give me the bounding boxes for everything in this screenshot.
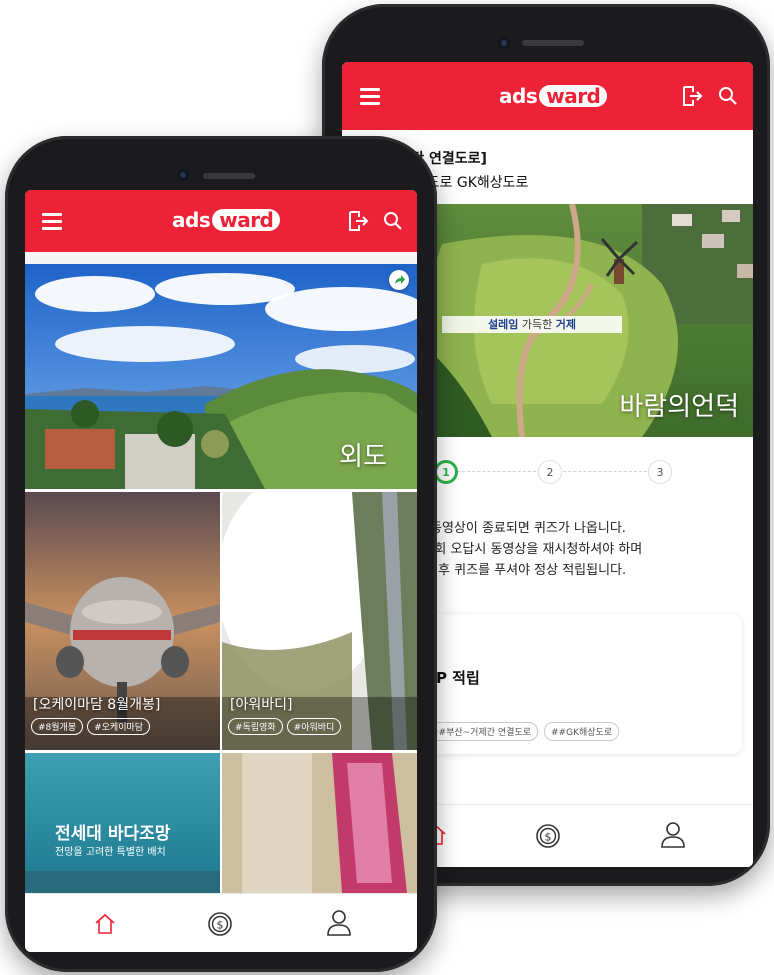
product-image [222, 753, 417, 893]
svg-text:$: $ [217, 919, 224, 932]
speaker [522, 40, 584, 46]
front-screen: ads ward 외도 [오케이마담 8월개봉] #8월개봉 #오케이마담 [아… [25, 190, 417, 952]
user-icon[interactable] [326, 909, 352, 937]
user-icon[interactable] [660, 821, 686, 849]
step-3: 3 [648, 460, 672, 484]
tile-tags: #독립영화 #아워바디 [228, 718, 342, 735]
logout-icon[interactable] [346, 209, 370, 233]
bottom-tab-bar: $ [25, 893, 417, 952]
notice-line-1: 동영상이 종료되면 퀴즈가 나옵니다. [430, 521, 626, 536]
coin-icon[interactable]: $ [535, 823, 561, 849]
app-logo[interactable]: ads ward [499, 84, 608, 108]
front-phone: ads ward 외도 [오케이마담 8월개봉] #8월개봉 #오케이마담 [아… [5, 136, 437, 972]
notice-line-2: 즈 2회 오답시 동영상을 재시청하셔야 하며 [410, 542, 643, 557]
tag[interactable]: #오케이마담 [87, 718, 151, 735]
coin-icon[interactable]: $ [207, 911, 233, 937]
svg-text:$: $ [545, 831, 552, 844]
video-banner: 설레임 가득한 거제 [442, 316, 622, 333]
home-icon[interactable] [93, 912, 117, 936]
menu-icon[interactable] [42, 213, 62, 234]
front-camera [177, 169, 189, 181]
tag[interactable]: #8월개봉 [31, 718, 84, 735]
card-tag-1[interactable]: ##부산~거제간 연결도로 [424, 722, 539, 741]
header-divider [25, 252, 417, 264]
front-camera [498, 37, 510, 49]
speaker [203, 173, 255, 179]
search-icon[interactable] [718, 86, 738, 106]
app-header: ads ward [342, 62, 753, 130]
app-logo[interactable]: ads ward [172, 208, 281, 232]
step-2: 2 [538, 460, 562, 484]
ad-tile[interactable]: [오케이마담 8월개봉] #8월개봉 #오케이마담 [25, 492, 220, 750]
video-caption: 바람의언덕 [619, 392, 739, 422]
tag[interactable]: #아워바디 [286, 718, 342, 735]
tag[interactable]: #독립영화 [228, 718, 283, 735]
ad-tile[interactable]: [아워바디] #독립영화 #아워바디 [222, 492, 417, 750]
tile-title: [아워바디] [230, 697, 293, 713]
quiz-notice: 동영상이 종료되면 퀴즈가 나옵니다. 즈 2회 오답시 동영상을 재시청하셔야… [410, 518, 642, 581]
step-1: 1 [434, 460, 458, 484]
overlay-title: 전세대 바다조망 [55, 824, 171, 844]
card-tag-2[interactable]: ##GK해상도로 [544, 722, 620, 741]
app-header: ads ward [25, 190, 417, 252]
points-unit: P 적립 [435, 669, 480, 687]
logout-icon[interactable] [680, 84, 704, 108]
tile-tags: #8월개봉 #오케이마담 [31, 718, 151, 735]
share-icon[interactable] [389, 270, 409, 290]
search-icon[interactable] [383, 211, 403, 231]
ad-tile[interactable] [222, 753, 417, 893]
tile-title: [오케이마담 8월개봉] [33, 697, 161, 713]
hero-caption: 외도 [339, 442, 387, 472]
notice-line-3: 시청 후 퀴즈를 푸셔야 정상 적립됩니다. [410, 563, 627, 578]
overlay-subtitle: 전망을 고려한 특별한 배치 [55, 847, 166, 858]
menu-icon[interactable] [360, 88, 380, 109]
hero-ad-tile[interactable]: 외도 [25, 264, 417, 489]
ad-tile[interactable]: 전세대 바다조망 전망을 고려한 특별한 배치 [25, 753, 220, 893]
